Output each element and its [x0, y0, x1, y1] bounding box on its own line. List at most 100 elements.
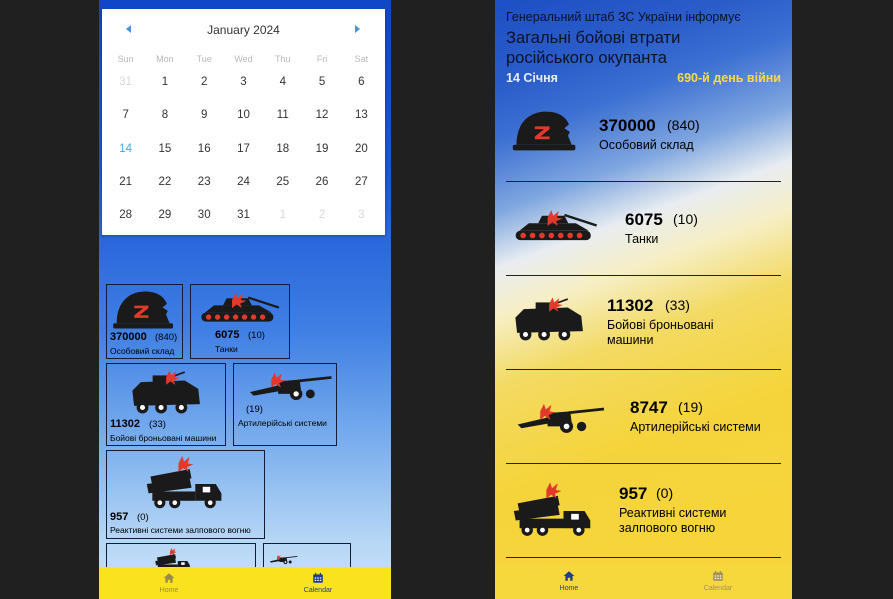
card-mlrs-count: 957 [110, 511, 129, 523]
card-mlrs[interactable]: 957 (0) Реактивні системи залпового вогн… [106, 450, 265, 539]
row-artillery-delta: (19) [678, 399, 703, 415]
armored-vehicle-icon [129, 370, 205, 418]
calendar-day[interactable]: 5 [302, 66, 341, 99]
home-icon [563, 570, 575, 582]
tab-home[interactable]: Home [539, 570, 599, 592]
calendar-day[interactable]: 19 [302, 133, 341, 166]
row-tanks-delta: (10) [673, 211, 698, 227]
row-mlrs[interactable]: 957 (0) Реактивні системи залпового вогн… [506, 464, 781, 558]
artillery-icon [512, 400, 606, 434]
card-tanks-label: Танки [215, 344, 238, 354]
chevron-right-icon[interactable] [355, 25, 360, 33]
calendar-day[interactable]: 11 [263, 99, 302, 132]
calendar-day[interactable]: 24 [224, 166, 263, 199]
card-tanks-delta: (10) [248, 330, 265, 341]
calendar-day[interactable]: 7 [106, 99, 145, 132]
calendar-picker: January 2024 Sun Mon Tue Wed Thu Fri Sat 31 1 2 3 4… [102, 9, 385, 235]
calendar-day[interactable]: 21 [106, 166, 145, 199]
bottom-tab-bar: Home Calendar [495, 565, 792, 599]
row-armored-count: 11302 [607, 296, 654, 315]
row-artillery-label: Артилерійські системи [630, 420, 761, 434]
calendar-weekday-label: Fri [316, 54, 328, 64]
calendar-day[interactable]: 14 [106, 133, 145, 166]
tab-calendar[interactable]: Calendar [688, 570, 748, 592]
calendar-icon [312, 572, 324, 584]
calendar-day[interactable]: 1 [145, 66, 184, 99]
calendar-day[interactable]: 8 [145, 99, 184, 132]
row-tanks[interactable]: 6075 (10) Танки [506, 182, 781, 276]
tab-calendar[interactable]: Calendar [288, 572, 348, 594]
calendar-day[interactable]: 20 [342, 133, 381, 166]
calendar-day[interactable]: 3 [342, 199, 381, 232]
row-armored-vehicles[interactable]: 11302 (33) Бойові броньовані машини [506, 276, 781, 370]
report-date: 14 Січня [506, 71, 558, 85]
row-artillery[interactable]: 8747 (19) Артилерійські системи [506, 370, 781, 464]
calendar-day[interactable]: 2 [302, 199, 341, 232]
row-mlrs-label: Реактивні системи залпового вогню [619, 506, 727, 535]
helmet-icon [111, 288, 177, 332]
helmet-icon [512, 108, 578, 154]
card-personnel-count: 370000 [110, 331, 147, 343]
calendar-weekday-label: Wed [234, 54, 253, 64]
calendar-day[interactable]: 27 [342, 166, 381, 199]
calendar-day[interactable]: 28 [106, 199, 145, 232]
calendar-day[interactable]: 29 [145, 199, 184, 232]
calendar-day[interactable]: 31 [106, 66, 145, 99]
war-day-counter: 690-й день війни [677, 71, 781, 85]
calendar-grid: Sun Mon Tue Wed Thu Fri Sat 31 1 2 3 4 5 6 7 8 9 10 11 12 13… [106, 52, 381, 232]
card-mlrs-label: Реактивні системи залпового вогню [110, 525, 251, 535]
home-icon [163, 572, 175, 584]
calendar-day[interactable]: 9 [185, 99, 224, 132]
row-personnel[interactable]: 370000 (840) Особовий склад [506, 88, 781, 182]
calendar-month-title: January 2024 [207, 23, 280, 37]
card-armored-delta: (33) [149, 419, 166, 430]
card-artillery-label: Артилерійські системи [238, 418, 327, 428]
calendar-day[interactable]: 1 [263, 199, 302, 232]
calendar-day[interactable]: 18 [263, 133, 302, 166]
calendar-day[interactable]: 12 [302, 99, 341, 132]
card-mlrs-delta: (0) [137, 512, 149, 523]
calendar-day[interactable]: 22 [145, 166, 184, 199]
tab-calendar-label: Calendar [703, 585, 733, 592]
header-subtitle: Генеральний штаб ЗС України інформує [506, 10, 741, 24]
row-personnel-count: 370000 [599, 116, 656, 135]
row-mlrs-count: 957 [619, 484, 648, 503]
card-artillery[interactable]: (19) Артилерійські системи [233, 363, 337, 446]
screenshot-stage: January 2024 Sun Mon Tue Wed Thu Fri Sat 31 1 2 3 4… [0, 0, 893, 599]
card-personnel[interactable]: 370000 (840) Особовий склад [106, 284, 183, 359]
calendar-day[interactable]: 10 [224, 99, 263, 132]
row-personnel-label: Особовий склад [599, 138, 694, 152]
row-tanks-label: Танки [625, 232, 659, 246]
row-armored-label: Бойові броньовані машини [607, 318, 714, 347]
calendar-day[interactable]: 31 [224, 199, 263, 232]
card-personnel-delta: (840) [155, 332, 178, 343]
calendar-day[interactable]: 3 [224, 66, 263, 99]
calendar-day[interactable]: 16 [185, 133, 224, 166]
calendar-day[interactable]: 26 [302, 166, 341, 199]
calendar-weekday-label: Mon [156, 54, 174, 64]
calendar-header: January 2024 [102, 22, 385, 40]
calendar-day[interactable]: 4 [263, 66, 302, 99]
card-armored-vehicles[interactable]: 11302 (33) Бойові броньовані машини [106, 363, 226, 446]
tab-home-label: Home [159, 587, 179, 594]
calendar-weekday-label: Sun [117, 54, 134, 64]
card-tanks-count: 6075 [215, 329, 240, 341]
calendar-day[interactable]: 17 [224, 133, 263, 166]
row-tanks-count: 6075 [625, 210, 663, 229]
calendar-day[interactable]: 23 [185, 166, 224, 199]
left-phone-screen: January 2024 Sun Mon Tue Wed Thu Fri Sat 31 1 2 3 4… [99, 0, 391, 599]
calendar-day[interactable]: 25 [263, 166, 302, 199]
armored-vehicle-icon [512, 296, 588, 346]
card-tanks[interactable]: 6075 (10) Танки [190, 284, 290, 359]
calendar-weekday-label: Sat [354, 54, 369, 64]
tank-icon [194, 291, 288, 327]
calendar-day[interactable]: 30 [185, 199, 224, 232]
row-armored-delta: (33) [665, 297, 690, 313]
calendar-day[interactable]: 6 [342, 66, 381, 99]
calendar-day[interactable]: 2 [185, 66, 224, 99]
tab-home-label: Home [559, 585, 579, 592]
calendar-day[interactable]: 15 [145, 133, 184, 166]
tab-home[interactable]: Home [139, 572, 199, 594]
rocket-launcher-icon [510, 482, 596, 540]
calendar-day[interactable]: 13 [342, 99, 381, 132]
